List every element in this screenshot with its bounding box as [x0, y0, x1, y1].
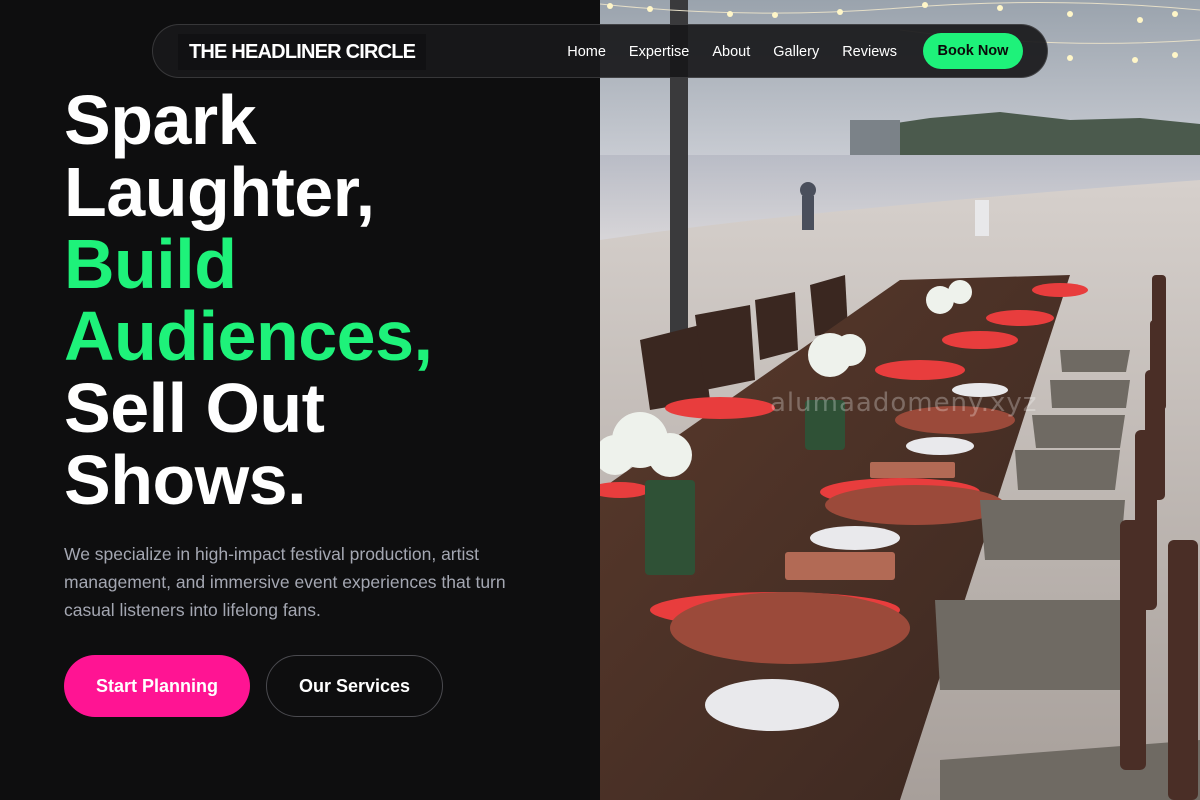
hero-headline: Spark Laughter, Build Audiences, Sell Ou… — [64, 84, 584, 516]
top-navbar: THE HEADLINER CIRCLE Home Expertise Abou… — [152, 24, 1048, 78]
headline-line-accent: Audiences, — [64, 297, 433, 375]
our-services-button[interactable]: Our Services — [266, 655, 443, 717]
book-now-button[interactable]: Book Now — [923, 33, 1023, 69]
nav-links: Home Expertise About Gallery Reviews — [544, 25, 897, 79]
headline-line: Shows. — [64, 441, 307, 519]
nav-link-about[interactable]: About — [712, 44, 750, 60]
headline-line: Spark — [64, 81, 257, 159]
headline-line: Sell Out — [64, 369, 325, 447]
image-watermark: alumaadomeny.xyz — [770, 388, 1038, 418]
nav-link-reviews[interactable]: Reviews — [842, 44, 897, 60]
headline-line-accent: Build — [64, 225, 237, 303]
brand-logo[interactable]: THE HEADLINER CIRCLE — [178, 34, 427, 70]
nav-link-expertise[interactable]: Expertise — [629, 44, 689, 60]
start-planning-button[interactable]: Start Planning — [64, 655, 250, 717]
hero-description: We specialize in high-impact festival pr… — [64, 544, 506, 620]
headline-line: Laughter, — [64, 153, 375, 231]
nav-link-home[interactable]: Home — [567, 44, 606, 60]
nav-link-gallery[interactable]: Gallery — [773, 44, 819, 60]
